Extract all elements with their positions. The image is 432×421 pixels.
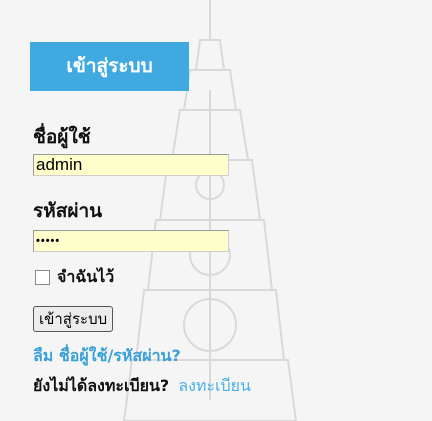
password-input[interactable] bbox=[33, 230, 229, 252]
password-label: รหัสผ่าน bbox=[33, 200, 103, 222]
remember-me-label: จำฉันไว้ bbox=[57, 266, 115, 286]
username-label: ชื่อผู้ใช้ bbox=[33, 126, 91, 148]
login-panel: เข้าสู่ระบบ ชื่อผู้ใช้ รหัสผ่าน จำฉันไว้… bbox=[0, 0, 432, 421]
register-row: ยังไม่ได้ลงทะเบียน? ลงทะเบียน bbox=[33, 374, 251, 399]
forgot-credentials-link[interactable]: ลืม ชื่อผู้ใช้/รหัสผ่าน? bbox=[33, 344, 181, 369]
username-input[interactable] bbox=[33, 154, 229, 176]
remember-me-checkbox[interactable] bbox=[35, 269, 50, 285]
remember-me-row: จำฉันไว้ bbox=[35, 266, 114, 288]
login-button[interactable]: เข้าสู่ระบบ bbox=[33, 306, 114, 332]
register-link[interactable]: ลงทะเบียน bbox=[178, 376, 251, 395]
register-question: ยังไม่ได้ลงทะเบียน? bbox=[33, 376, 170, 395]
login-header: เข้าสู่ระบบ bbox=[30, 42, 189, 91]
